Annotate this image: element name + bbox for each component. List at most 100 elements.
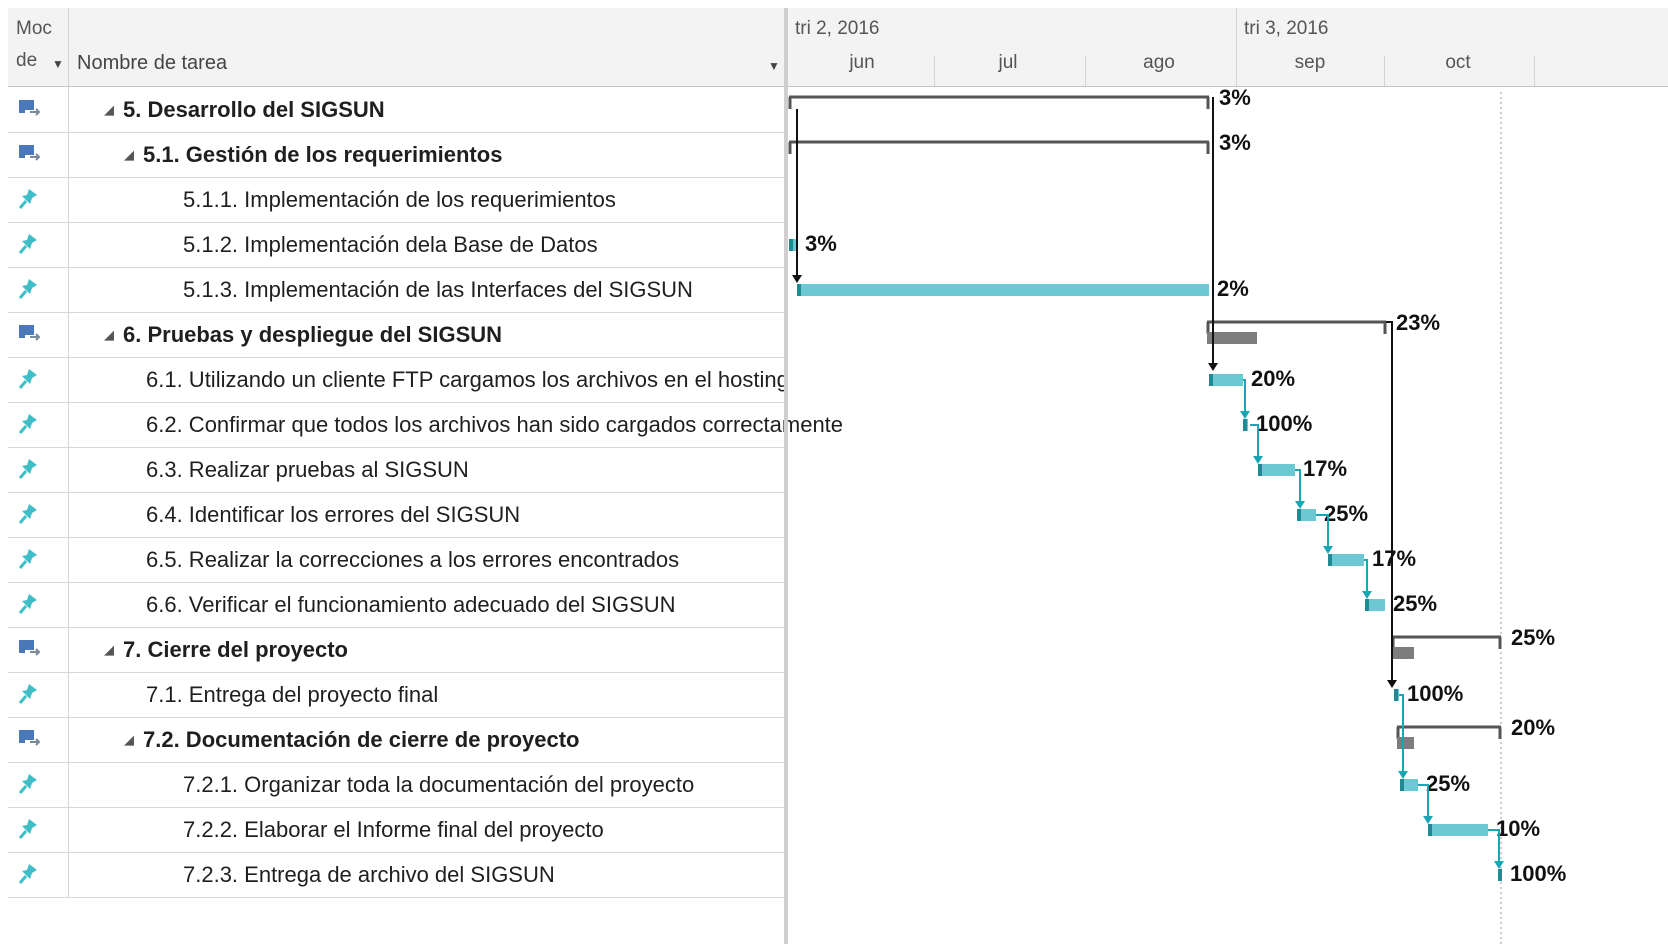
task-mode-cell[interactable] — [8, 582, 69, 627]
task-name[interactable]: 7.2.1. Organizar toda la documentación d… — [69, 762, 898, 807]
task-mode-cell[interactable] — [8, 267, 69, 312]
chevron-down-icon[interactable]: ▼ — [768, 59, 780, 73]
task-row[interactable]: ◢ 6. Pruebas y despliegue del SIGSUN — [8, 312, 784, 358]
summary-task-name[interactable]: ◢ 7. Cierre del proyecto — [69, 627, 819, 672]
task-progress — [1428, 824, 1432, 836]
task-progress — [1209, 374, 1213, 386]
task-name-text: 7.2.1. Organizar toda la documentación d… — [183, 772, 695, 797]
task-mode-cell[interactable] — [8, 222, 69, 267]
task-mode-cell[interactable] — [8, 672, 69, 717]
task-row[interactable]: 6.6. Verificar el funcionamiento adecuad… — [8, 582, 784, 628]
dependency-link — [1364, 559, 1368, 594]
task-name[interactable]: 6.5. Realizar la correcciones a los erro… — [69, 537, 861, 582]
task-name[interactable]: 6.6. Verificar el funcionamiento adecuad… — [69, 582, 861, 627]
percent-complete-label: 25% — [1393, 591, 1437, 616]
task-mode-cell[interactable] — [8, 312, 69, 357]
percent-complete-label: 3% — [805, 231, 837, 256]
task-row[interactable]: 6.1. Utilizando un cliente FTP cargamos … — [8, 357, 789, 403]
dependency-link-arrowhead — [1323, 546, 1333, 554]
task-row[interactable]: 7.2.1. Organizar toda la documentación d… — [8, 762, 784, 808]
task-name-text: 5.1. Gestión de los requerimientos — [143, 142, 503, 167]
collapse-toggle-icon[interactable]: ◢ — [104, 102, 114, 117]
task-row[interactable]: 5.1.2. Implementación dela Base de Datos — [8, 222, 784, 268]
auto-schedule-icon — [17, 727, 43, 753]
task-row[interactable]: ◢ 5. Desarrollo del SIGSUN — [8, 87, 784, 133]
percent-complete-label: 17% — [1372, 546, 1416, 571]
task-name-text: 6.6. Verificar el funcionamiento adecuad… — [146, 592, 676, 617]
auto-schedule-icon — [17, 142, 43, 168]
task-mode-column-header[interactable]: Moc de ▼ — [8, 8, 69, 86]
collapse-toggle-icon[interactable]: ◢ — [124, 147, 134, 162]
task-name[interactable]: 6.3. Realizar pruebas al SIGSUN — [69, 447, 861, 492]
collapse-toggle-icon[interactable]: ◢ — [104, 327, 114, 342]
summary-task-name[interactable]: ◢ 6. Pruebas y despliegue del SIGSUN — [69, 312, 819, 357]
task-name[interactable]: 7.2.3. Entrega de archivo del SIGSUN — [69, 852, 898, 897]
task-row[interactable]: 6.4. Identificar los errores del SIGSUN — [8, 492, 784, 538]
summary-progress — [1392, 647, 1414, 659]
task-name-text: 5.1.2. Implementación dela Base de Datos — [183, 232, 598, 257]
task-name[interactable]: 7.2.2. Elaborar el Informe final del pro… — [69, 807, 898, 852]
task-name[interactable]: 6.4. Identificar los errores del SIGSUN — [69, 492, 861, 537]
task-name[interactable]: 5.1.1. Implementación de los requerimien… — [69, 177, 898, 222]
task-name[interactable]: 6.1. Utilizando un cliente FTP cargamos … — [69, 357, 861, 402]
task-mode-cell[interactable] — [8, 447, 69, 492]
task-mode-cell[interactable] — [8, 87, 69, 132]
percent-complete-label: 10% — [1496, 816, 1540, 841]
task-name-text: 6.3. Realizar pruebas al SIGSUN — [146, 457, 469, 482]
task-mode-cell[interactable] — [8, 357, 69, 402]
task-name[interactable]: 6.2. Confirmar que todos los archivos ha… — [69, 402, 861, 447]
task-row[interactable]: 6.3. Realizar pruebas al SIGSUN — [8, 447, 784, 493]
dependency-link-arrowhead — [1253, 456, 1263, 464]
summary-task-name[interactable]: ◢ 7.2. Documentación de cierre de proyect… — [69, 717, 839, 762]
percent-complete-label: 100% — [1256, 411, 1312, 436]
task-row[interactable]: 6.5. Realizar la correcciones a los erro… — [8, 537, 784, 583]
task-progress — [1400, 779, 1404, 791]
task-row[interactable]: 6.2. Confirmar que todos los archivos ha… — [8, 402, 843, 448]
task-mode-cell[interactable] — [8, 852, 69, 897]
dependency-link-arrowhead — [1398, 771, 1408, 779]
summary-task-name[interactable]: ◢ 5. Desarrollo del SIGSUN — [69, 87, 819, 132]
task-mode-header-label-line1: Moc — [16, 18, 52, 39]
task-row[interactable]: ◢ 5.1. Gestión de los requerimientos — [8, 132, 784, 178]
auto-schedule-icon — [17, 637, 43, 663]
task-mode-cell[interactable] — [8, 132, 69, 177]
dependency-link — [1243, 379, 1246, 414]
task-mode-cell[interactable] — [8, 402, 69, 447]
task-row[interactable]: ◢ 7. Cierre del proyecto — [8, 627, 784, 673]
percent-complete-label: 3% — [1219, 85, 1251, 110]
task-mode-cell[interactable] — [8, 717, 69, 762]
task-row[interactable]: 5.1.3. Implementación de las Interfaces … — [8, 267, 784, 313]
percent-complete-label: 25% — [1426, 771, 1470, 796]
task-mode-cell[interactable] — [8, 807, 69, 852]
task-row[interactable]: 7.1. Entrega del proyecto final — [8, 672, 784, 718]
task-mode-cell[interactable] — [8, 492, 69, 537]
task-progress — [1328, 554, 1332, 566]
task-row[interactable]: 7.2.2. Elaborar el Informe final del pro… — [8, 807, 784, 853]
summary-task-name[interactable]: ◢ 5.1. Gestión de los requerimientos — [69, 132, 839, 177]
task-name[interactable]: 7.1. Entrega del proyecto final — [69, 672, 861, 717]
task-name[interactable]: 5.1.3. Implementación de las Interfaces … — [69, 267, 898, 312]
task-name-text: 6. Pruebas y despliegue del SIGSUN — [123, 322, 503, 347]
manual-schedule-pin-icon — [17, 412, 43, 438]
task-name-text: 7.1. Entrega del proyecto final — [146, 682, 439, 707]
collapse-toggle-icon[interactable]: ◢ — [104, 642, 114, 657]
task-name[interactable]: 5.1.2. Implementación dela Base de Datos — [69, 222, 898, 267]
task-row[interactable]: 7.2.3. Entrega de archivo del SIGSUN — [8, 852, 784, 898]
task-progress — [1498, 869, 1502, 881]
task-mode-cell[interactable] — [8, 762, 69, 807]
task-name-text: 7.2. Documentación de cierre de proyecto — [143, 727, 580, 752]
task-name-column-header[interactable]: Nombre de tarea — [77, 52, 227, 75]
manual-schedule-pin-icon — [17, 817, 43, 843]
dependency-link-arrowhead — [1295, 501, 1305, 509]
task-mode-cell[interactable] — [8, 177, 69, 222]
task-name-text: 7.2.3. Entrega de archivo del SIGSUN — [183, 862, 555, 887]
task-mode-cell[interactable] — [8, 537, 69, 582]
percent-complete-label: 17% — [1303, 456, 1347, 481]
collapse-toggle-icon[interactable]: ◢ — [124, 732, 134, 747]
chevron-down-icon[interactable]: ▼ — [52, 57, 64, 71]
dependency-link — [1386, 321, 1393, 682]
task-row[interactable]: ◢ 7.2. Documentación de cierre de proyect… — [8, 717, 784, 763]
task-row[interactable]: 5.1.1. Implementación de los requerimien… — [8, 177, 784, 223]
task-name-text: 5. Desarrollo del SIGSUN — [123, 97, 385, 122]
task-mode-cell[interactable] — [8, 627, 69, 672]
